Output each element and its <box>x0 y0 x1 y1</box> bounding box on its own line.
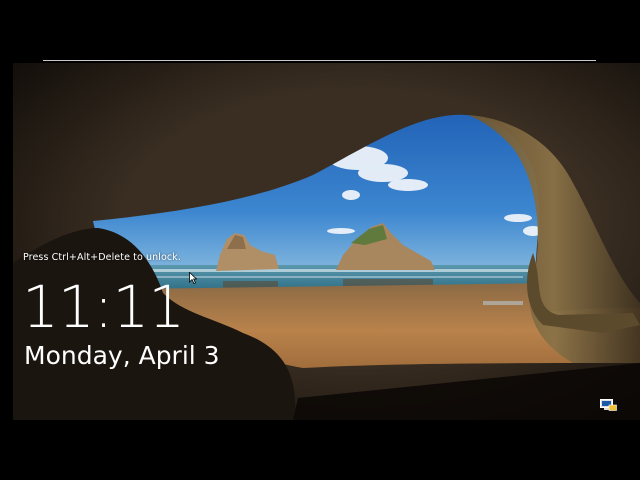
mouse-pointer-icon <box>189 269 198 285</box>
top-divider <box>43 60 596 61</box>
network-status-icon[interactable] <box>600 396 617 411</box>
unlock-prompt: Press Ctrl+Alt+Delete to unlock. <box>23 252 181 263</box>
lock-screen-clock: 11:11 <box>22 273 185 341</box>
lock-screen[interactable]: Press Ctrl+Alt+Delete to unlock. 11:11 M… <box>0 0 640 480</box>
lock-screen-date: Monday, April 3 <box>24 341 220 370</box>
